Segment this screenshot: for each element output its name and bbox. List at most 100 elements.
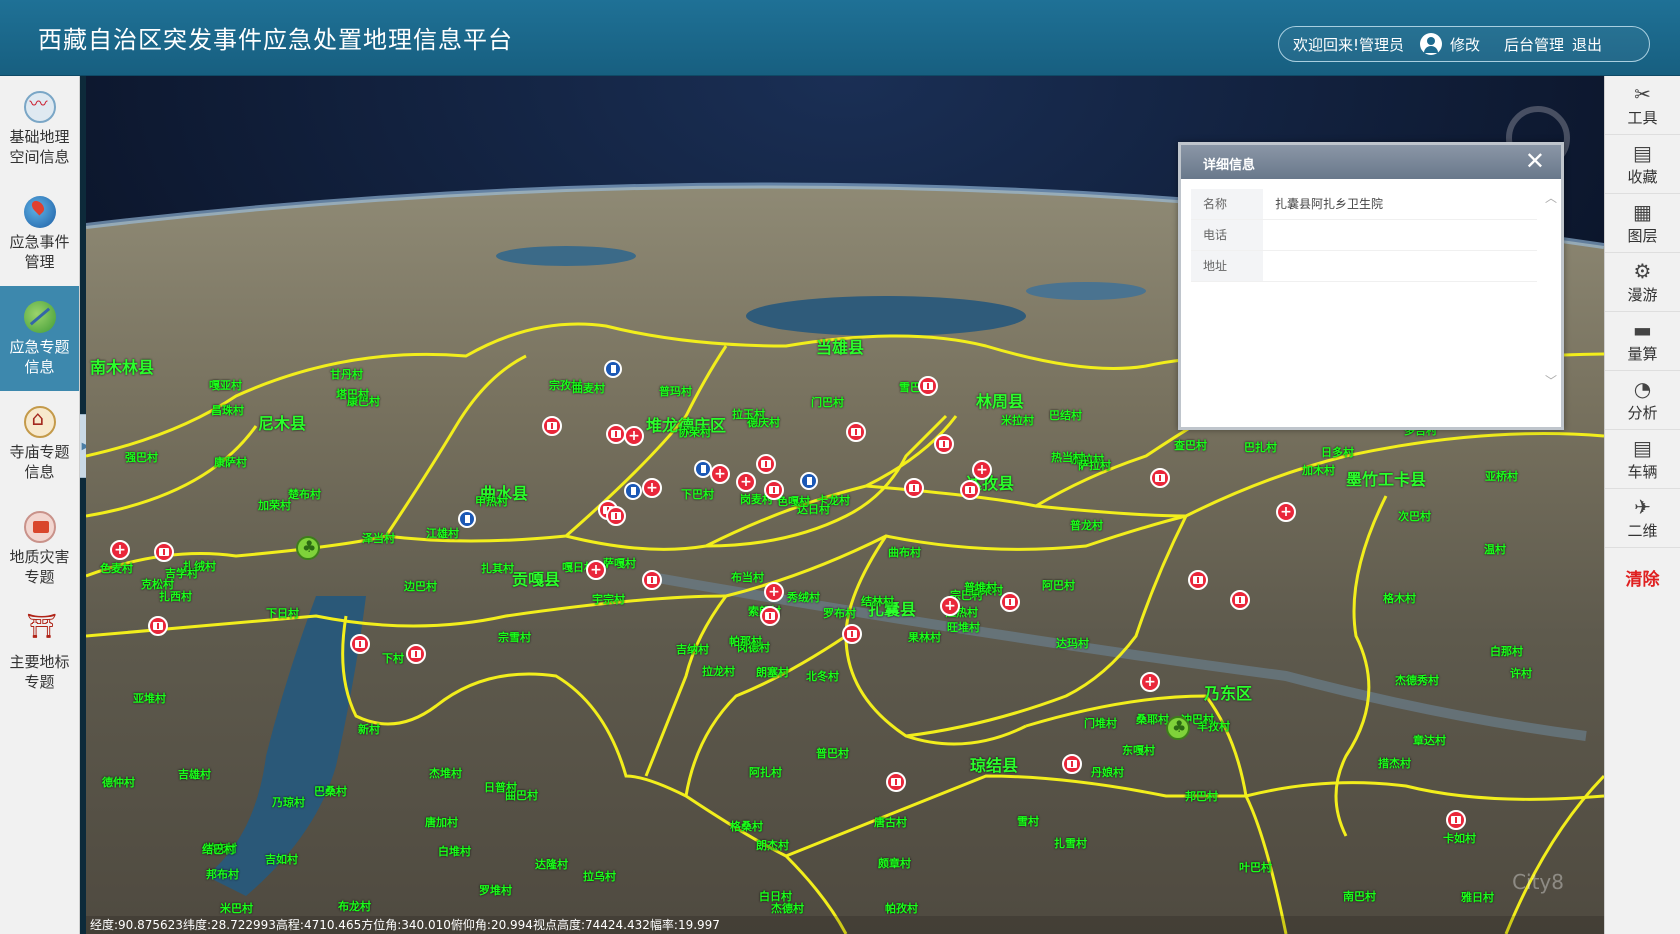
hospital-pin[interactable] — [886, 772, 906, 792]
hospital-pin[interactable] — [350, 634, 370, 654]
clear-button[interactable]: 清除 — [1605, 548, 1680, 607]
hospital-pin[interactable] — [904, 478, 924, 498]
right-toolbar: ✂ 工具 ▤ 收藏 ▦ 图层 ⚙ 漫游 ▬ 量算 ◔ 分析 ▤ 车辆 ✈ 二维 清除 — [1604, 76, 1680, 934]
nav-landmarks[interactable]: 主要地标专题 — [0, 601, 79, 706]
hospital-pin[interactable] — [606, 424, 626, 444]
app-title: 西藏自治区突发事件应急处置地理信息平台 — [38, 26, 513, 54]
hospital-pin[interactable] — [542, 416, 562, 436]
village-label: 江雄村 — [426, 527, 459, 540]
village-label: 达隆村 — [535, 858, 568, 871]
hospital-pin[interactable] — [1062, 754, 1082, 774]
nav-label: 地质灾害专题 — [9, 547, 70, 586]
nav-emergency-topics[interactable]: 应急专题信息 — [0, 286, 79, 391]
scale-label: 幅率: — [649, 918, 678, 932]
hospital-pin[interactable]: + — [586, 560, 606, 580]
gas-station-pin[interactable] — [694, 460, 712, 478]
park-pin[interactable] — [1166, 716, 1190, 740]
heading-value: 340.010 — [401, 918, 451, 932]
nav-temple-topics[interactable]: 寺庙专题信息 — [0, 391, 79, 496]
county-label: 墨竹工卡县 — [1346, 470, 1427, 489]
village-label: 扎其村 — [481, 562, 514, 575]
nav-geo-hazard[interactable]: 地质灾害专题 — [0, 496, 79, 601]
hospital-pin[interactable] — [1150, 468, 1170, 488]
hospital-pin[interactable] — [154, 542, 174, 562]
hospital-pin[interactable] — [1000, 592, 1020, 612]
scroll-down-icon[interactable]: ﹀ — [1545, 372, 1557, 389]
tool-favorites[interactable]: ▤ 收藏 — [1605, 135, 1680, 194]
hospital-pin[interactable]: + — [972, 460, 992, 480]
scroll-up-icon[interactable]: ︿ — [1545, 189, 1557, 206]
county-label: 贡嘎县 — [512, 570, 561, 589]
tool-measure[interactable]: ▬ 量算 — [1605, 312, 1680, 371]
village-label: 曲麦村 — [572, 382, 605, 395]
nav-event-management[interactable]: 应急事件管理 — [0, 181, 79, 286]
village-label: 昌珠村 — [211, 404, 244, 417]
hospital-pin[interactable] — [934, 434, 954, 454]
close-icon[interactable]: ✕ — [1525, 147, 1545, 175]
hospital-pin[interactable] — [1230, 590, 1250, 610]
hospital-pin[interactable] — [760, 606, 780, 626]
vehicle-icon: ▤ — [1633, 435, 1652, 460]
nav-label: 应急事件管理 — [9, 232, 70, 271]
hospital-pin[interactable]: + — [710, 464, 730, 484]
hospital-pin[interactable] — [148, 616, 168, 636]
user-icon[interactable] — [1420, 33, 1443, 55]
edit-profile-link[interactable]: 修改 — [1450, 34, 1480, 55]
analysis-icon: ◔ — [1633, 376, 1652, 401]
hospital-pin[interactable] — [764, 480, 784, 500]
village-label: 巴结村 — [1049, 409, 1082, 422]
tool-roam[interactable]: ⚙ 漫游 — [1605, 253, 1680, 312]
tool-analysis[interactable]: ◔ 分析 — [1605, 371, 1680, 430]
hospital-pin[interactable]: + — [940, 596, 960, 616]
landmark-icon — [24, 616, 57, 648]
tool-layers[interactable]: ▦ 图层 — [1605, 194, 1680, 253]
park-pin[interactable] — [296, 536, 320, 560]
village-label: 格桑村 — [730, 820, 763, 833]
village-label: 南巴村 — [1343, 890, 1376, 903]
nav-base-geo[interactable]: 基础地理空间信息 — [0, 76, 79, 181]
hospital-pin[interactable] — [642, 570, 662, 590]
village-label: 朗杰村 — [756, 839, 789, 852]
popup-scrollbar[interactable]: ︿ ﹀ — [1545, 189, 1557, 389]
hospital-pin[interactable] — [918, 376, 938, 396]
clear-label: 清除 — [1625, 570, 1660, 590]
nav-label: 寺庙专题信息 — [9, 442, 70, 481]
gas-station-pin[interactable] — [458, 510, 476, 528]
hospital-pin[interactable]: + — [1276, 502, 1296, 522]
hospital-pin[interactable] — [846, 422, 866, 442]
hospital-pin[interactable]: + — [1140, 672, 1160, 692]
hospital-pin[interactable] — [842, 624, 862, 644]
hospital-pin[interactable] — [606, 506, 626, 526]
tool-vehicle[interactable]: ▤ 车辆 — [1605, 430, 1680, 489]
village-label: 米巴村 — [220, 902, 253, 915]
village-label: 萨拉村 — [1078, 459, 1111, 472]
tool-2d[interactable]: ✈ 二维 — [1605, 489, 1680, 548]
village-label: 普巴村 — [816, 747, 849, 760]
tilt-value: 20.994 — [490, 918, 533, 932]
scale-value: 19.997 — [677, 918, 720, 932]
village-label: 宗雪村 — [498, 631, 531, 644]
hospital-pin[interactable]: + — [624, 426, 644, 446]
village-label: 阿巴村 — [1042, 579, 1075, 592]
gas-station-pin[interactable] — [604, 360, 622, 378]
gas-station-pin[interactable] — [800, 472, 818, 490]
hospital-pin[interactable]: + — [642, 478, 662, 498]
hospital-pin[interactable] — [960, 480, 980, 500]
hospital-pin[interactable]: + — [764, 582, 784, 602]
village-label: 北冬村 — [806, 670, 839, 683]
watermark: City8 — [1512, 870, 1564, 894]
hospital-pin[interactable] — [1188, 570, 1208, 590]
logout-link[interactable]: 退出 — [1572, 34, 1602, 55]
admin-link[interactable]: 后台管理 — [1504, 34, 1564, 55]
hospital-pin[interactable] — [1446, 810, 1466, 830]
hospital-pin[interactable]: + — [110, 540, 130, 560]
tool-tools[interactable]: ✂ 工具 — [1605, 76, 1680, 135]
village-label: 白那村 — [1490, 645, 1523, 658]
village-label: 罗布村 — [823, 607, 856, 620]
village-label: 泽当村 — [362, 532, 395, 545]
hospital-pin[interactable]: + — [736, 472, 756, 492]
hospital-pin[interactable] — [406, 644, 426, 664]
village-label: 颇章村 — [878, 857, 911, 870]
hospital-pin[interactable] — [756, 454, 776, 474]
gas-station-pin[interactable] — [624, 482, 642, 500]
